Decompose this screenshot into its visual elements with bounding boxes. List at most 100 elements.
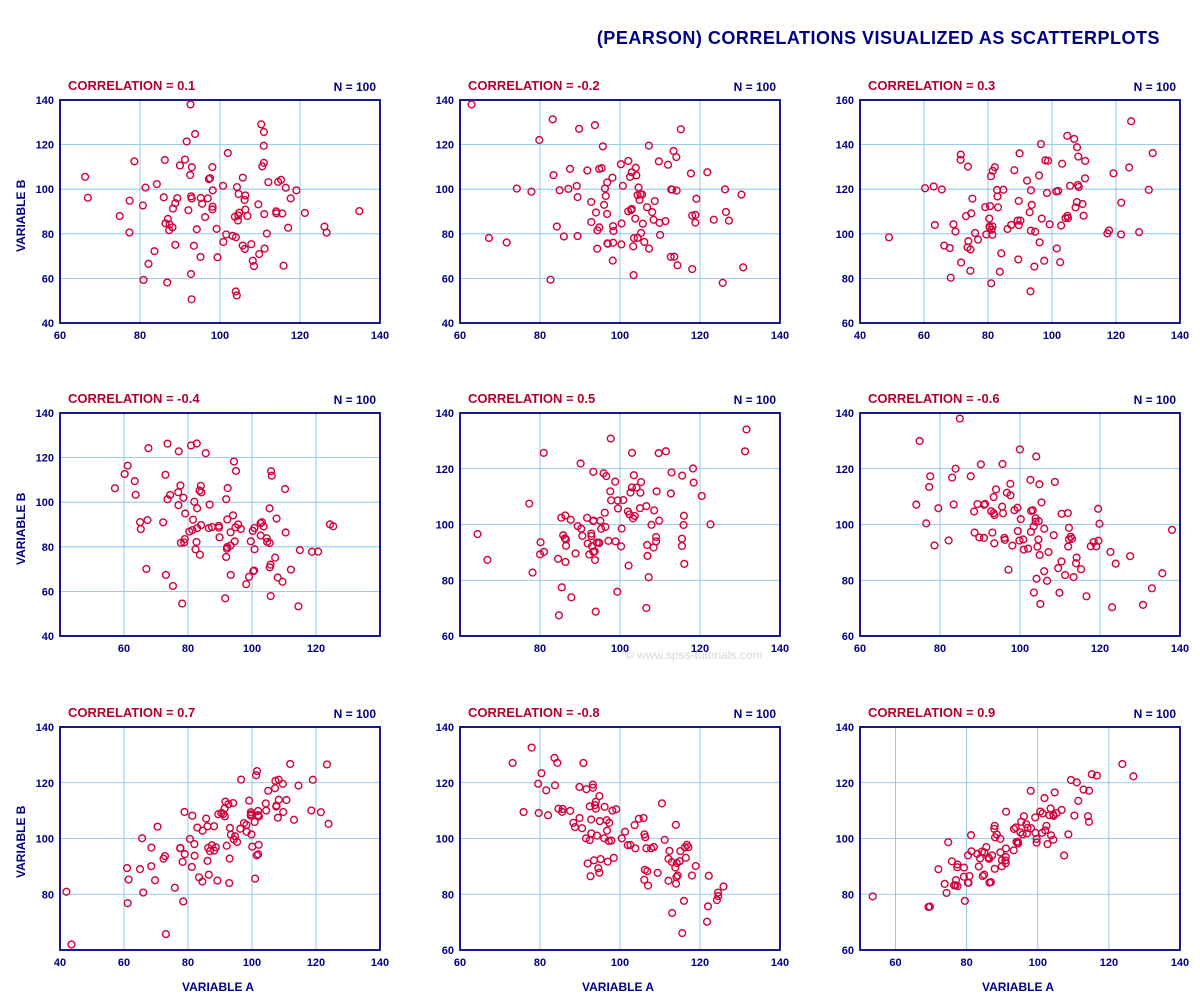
scatter-cell-6: CORRELATION = 0.7N = 100VARIABLE BVARIAB… xyxy=(0,687,400,1000)
svg-text:80: 80 xyxy=(842,273,854,285)
svg-text:100: 100 xyxy=(36,833,54,845)
svg-text:140: 140 xyxy=(836,140,854,152)
scatter-grid: CORRELATION = 0.1N = 100VARIABLE B608010… xyxy=(0,60,1200,1000)
scatter-plot: 6080100120140406080100120140 xyxy=(0,60,400,373)
scatter-cell-7: CORRELATION = -0.8N = 100VARIABLE A60801… xyxy=(400,687,800,1000)
svg-text:120: 120 xyxy=(691,643,709,655)
svg-text:80: 80 xyxy=(182,643,194,655)
svg-text:140: 140 xyxy=(836,722,854,734)
svg-text:40: 40 xyxy=(854,330,866,342)
svg-text:100: 100 xyxy=(611,643,629,655)
svg-text:100: 100 xyxy=(211,330,229,342)
svg-text:100: 100 xyxy=(243,957,261,969)
svg-text:60: 60 xyxy=(442,273,454,285)
svg-text:100: 100 xyxy=(836,229,854,241)
svg-text:80: 80 xyxy=(442,576,454,588)
svg-text:100: 100 xyxy=(36,498,54,510)
svg-text:80: 80 xyxy=(42,229,54,241)
svg-text:140: 140 xyxy=(836,408,854,420)
svg-text:140: 140 xyxy=(436,408,454,420)
svg-text:120: 120 xyxy=(1107,330,1125,342)
svg-text:80: 80 xyxy=(842,889,854,901)
svg-text:60: 60 xyxy=(54,330,66,342)
svg-text:140: 140 xyxy=(36,408,54,420)
scatter-plot: 6080100120140406080100120140 xyxy=(400,60,800,373)
svg-text:120: 120 xyxy=(436,464,454,476)
svg-text:60: 60 xyxy=(842,945,854,957)
scatter-plot: 801001201406080100120140 xyxy=(400,373,800,686)
svg-text:80: 80 xyxy=(42,889,54,901)
scatter-plot: 40608010012014080100120140 xyxy=(0,687,400,1000)
svg-text:80: 80 xyxy=(961,957,973,969)
svg-text:80: 80 xyxy=(982,330,994,342)
scatter-cell-5: CORRELATION = -0.6N = 100608010012014060… xyxy=(800,373,1200,686)
svg-text:100: 100 xyxy=(243,643,261,655)
svg-text:80: 80 xyxy=(534,330,546,342)
svg-text:80: 80 xyxy=(134,330,146,342)
svg-text:100: 100 xyxy=(436,520,454,532)
svg-text:140: 140 xyxy=(371,330,389,342)
svg-text:80: 80 xyxy=(842,576,854,588)
svg-text:100: 100 xyxy=(436,833,454,845)
svg-text:80: 80 xyxy=(534,957,546,969)
svg-text:120: 120 xyxy=(36,453,54,465)
main-title: (PEARSON) CORRELATIONS VISUALIZED AS SCA… xyxy=(597,28,1160,49)
svg-text:40: 40 xyxy=(42,631,54,643)
svg-text:100: 100 xyxy=(1029,957,1047,969)
svg-text:120: 120 xyxy=(307,957,325,969)
svg-text:60: 60 xyxy=(442,945,454,957)
svg-text:100: 100 xyxy=(836,520,854,532)
svg-text:120: 120 xyxy=(691,957,709,969)
svg-text:60: 60 xyxy=(42,273,54,285)
svg-text:100: 100 xyxy=(611,330,629,342)
svg-text:60: 60 xyxy=(442,631,454,643)
svg-text:120: 120 xyxy=(36,140,54,152)
svg-text:60: 60 xyxy=(842,318,854,330)
svg-text:120: 120 xyxy=(836,464,854,476)
svg-text:80: 80 xyxy=(442,229,454,241)
scatter-plot: 60 80 100 120 40 60 80 100 120 140 xyxy=(0,373,400,686)
svg-text:100: 100 xyxy=(36,184,54,196)
svg-text:80: 80 xyxy=(182,957,194,969)
svg-text:80: 80 xyxy=(442,889,454,901)
svg-text:100: 100 xyxy=(1043,330,1061,342)
svg-text:60: 60 xyxy=(454,330,466,342)
scatter-plot: 4060801001201406080100120140160 xyxy=(800,60,1200,373)
svg-text:80: 80 xyxy=(534,643,546,655)
scatter-cell-4: CORRELATION = 0.5N = 1008010012014060801… xyxy=(400,373,800,686)
svg-text:140: 140 xyxy=(771,957,789,969)
svg-text:40: 40 xyxy=(442,318,454,330)
scatter-cell-0: CORRELATION = 0.1N = 100VARIABLE B608010… xyxy=(0,60,400,373)
svg-text:120: 120 xyxy=(836,184,854,196)
svg-text:120: 120 xyxy=(1100,957,1118,969)
svg-text:100: 100 xyxy=(611,957,629,969)
svg-text:60: 60 xyxy=(889,957,901,969)
scatter-cell-2: CORRELATION = 0.3N = 1004060801001201406… xyxy=(800,60,1200,373)
svg-text:100: 100 xyxy=(1011,643,1029,655)
svg-text:60: 60 xyxy=(842,631,854,643)
svg-text:120: 120 xyxy=(836,777,854,789)
scatter-cell-3: CORRELATION = -0.4N = 100VARIABLE B60801… xyxy=(0,373,400,686)
svg-text:80: 80 xyxy=(42,542,54,554)
svg-text:60: 60 xyxy=(854,643,866,655)
scatter-cell-1: CORRELATION = -0.2N = 100608010012014040… xyxy=(400,60,800,373)
svg-text:60: 60 xyxy=(918,330,930,342)
svg-text:140: 140 xyxy=(1171,643,1189,655)
scatter-plot: 60 80 100 120 140 60 80 100 120 140 xyxy=(800,687,1200,1000)
scatter-cell-8: CORRELATION = 0.9N = 100VARIABLE A608010… xyxy=(800,687,1200,1000)
figure-wrap: (PEARSON) CORRELATIONS VISUALIZED AS SCA… xyxy=(0,0,1200,1008)
svg-text:140: 140 xyxy=(36,95,54,107)
svg-text:100: 100 xyxy=(836,833,854,845)
svg-text:60: 60 xyxy=(42,587,54,599)
svg-text:60: 60 xyxy=(118,643,130,655)
svg-text:120: 120 xyxy=(436,777,454,789)
svg-text:140: 140 xyxy=(1171,957,1189,969)
svg-text:120: 120 xyxy=(291,330,309,342)
svg-text:100: 100 xyxy=(436,184,454,196)
svg-text:120: 120 xyxy=(436,140,454,152)
svg-text:120: 120 xyxy=(307,643,325,655)
svg-text:120: 120 xyxy=(1091,643,1109,655)
scatter-plot: 60801001201406080100120140 xyxy=(400,687,800,1000)
svg-text:140: 140 xyxy=(436,95,454,107)
svg-text:80: 80 xyxy=(934,643,946,655)
